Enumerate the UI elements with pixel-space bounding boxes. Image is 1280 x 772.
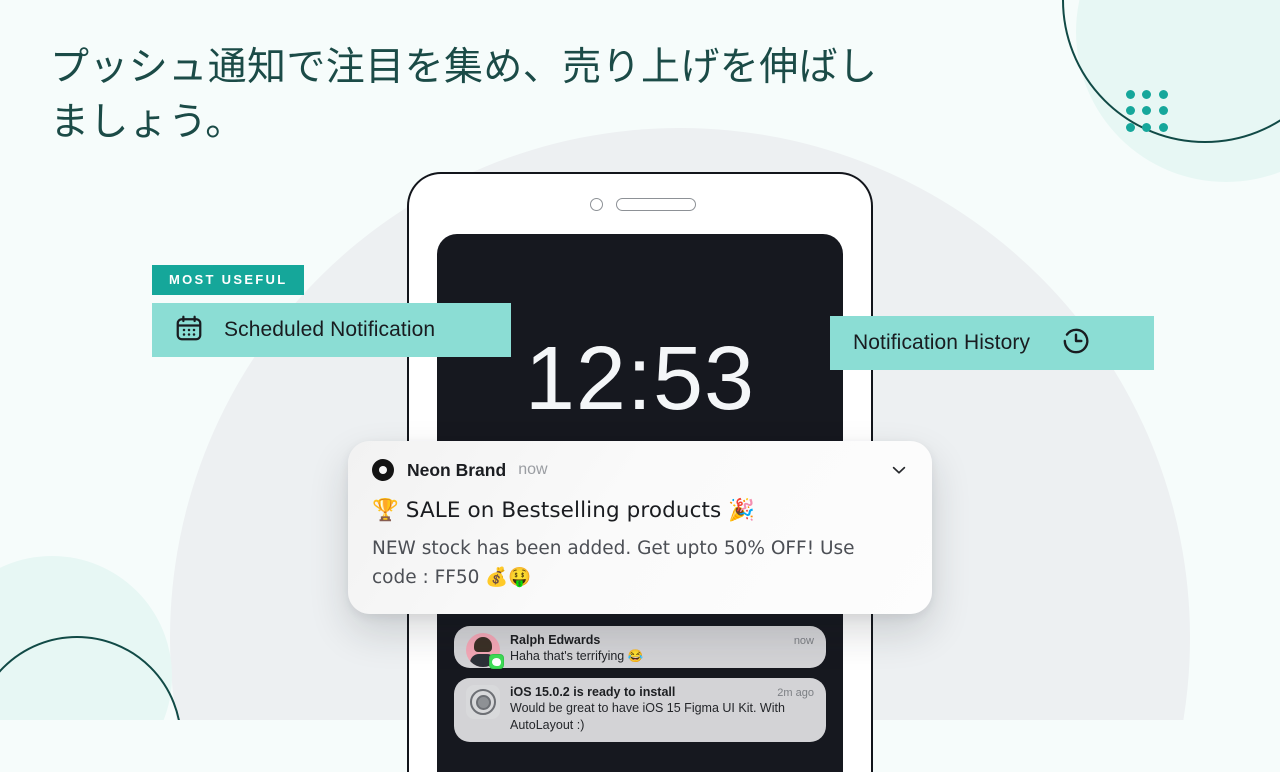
notification-time: now [518,461,548,478]
scheduled-notification-text: Scheduled Notification [224,318,436,341]
notification-message: Would be great to have iOS 15 Figma UI K… [510,701,785,732]
list-item[interactable]: iOS 15.0.2 is ready to install 2m ago Wo… [454,678,826,742]
notification-time: now [793,635,814,647]
notification-message: Haha that's terrifying 😂 [510,649,644,663]
messages-app-badge-icon [489,654,504,669]
ios-settings-icon [466,685,500,719]
notification-history-text: Notification History [853,331,1031,354]
notification-headline: 🏆 SALE on Bestselling products 🎉 [372,498,756,523]
push-notification-card[interactable]: Neon Brand now 🏆 SALE on Bestselling pro… [348,441,932,615]
scheduled-notification-label[interactable]: Scheduled Notification [152,303,511,357]
calendar-icon [174,313,204,348]
avatar [466,633,504,669]
page-title: プッシュ通知で注目を集め、売り上げを伸ばしましょう。 [50,46,878,145]
list-item[interactable]: Ralph Edwards now Haha that's terrifying… [454,626,826,669]
phone-speaker-grille [616,198,696,211]
clock-icon [1060,325,1092,362]
notification-title: iOS 15.0.2 is ready to install [510,685,676,699]
decor-topright-ring [1062,0,1280,143]
phone-camera-icon [590,198,603,211]
notification-history-label[interactable]: Notification History [830,316,1154,370]
notification-time: 2m ago [777,687,814,699]
neon-brand-icon [372,459,394,481]
notification-body: NEW stock has been added. Get upto 50% O… [372,538,855,589]
status-badge: MOST USEFUL [152,265,305,295]
notification-title: Ralph Edwards [510,633,601,647]
chevron-down-icon[interactable] [888,459,910,481]
notification-app-name: Neon Brand [407,459,507,480]
dot-grid-icon [1126,90,1168,132]
